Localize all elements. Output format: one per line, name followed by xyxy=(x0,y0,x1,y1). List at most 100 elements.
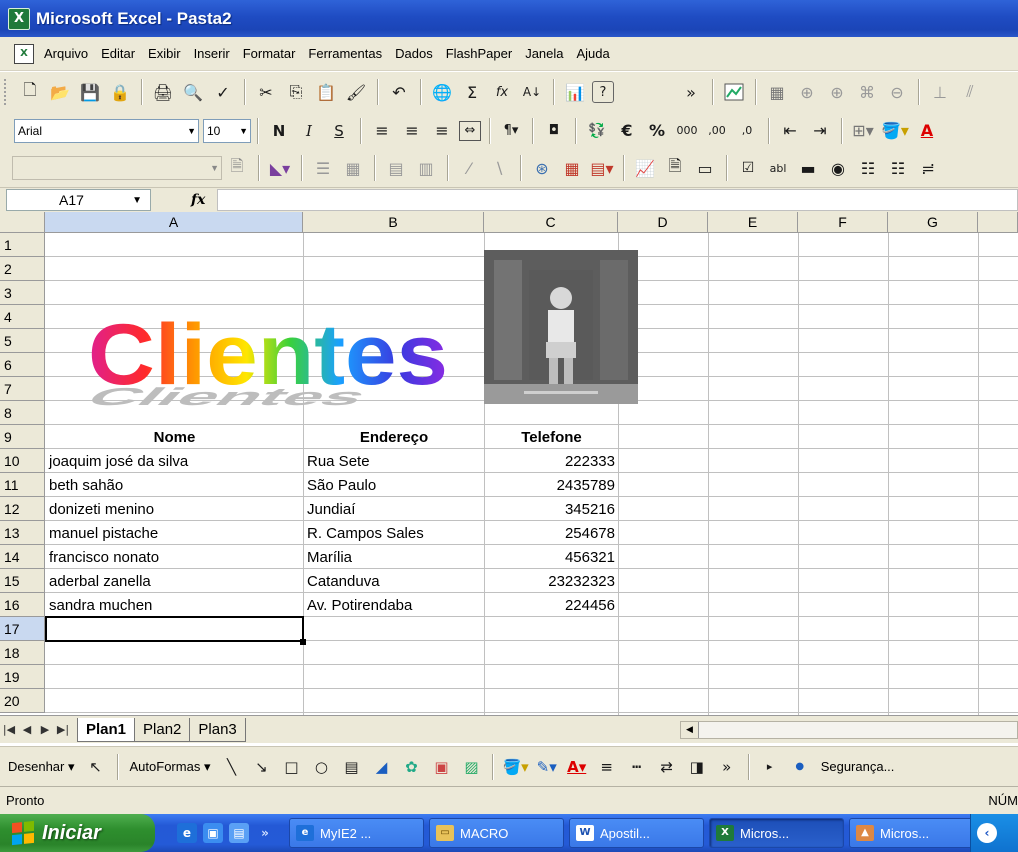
chevron-down-icon[interactable]: ▼ xyxy=(132,195,142,206)
format-painter-icon[interactable]: 🖌 xyxy=(343,78,369,106)
chevron-down-icon[interactable]: ▼ xyxy=(210,163,219,173)
cell-nome[interactable]: manuel pistache xyxy=(46,521,303,545)
toolbar-grip[interactable] xyxy=(4,79,10,105)
hyperlink-icon[interactable]: 🌐 xyxy=(429,78,455,106)
tray-expand-icon[interactable]: ‹ xyxy=(977,823,997,843)
decrease-indent-icon[interactable]: ⇤ xyxy=(777,117,803,145)
decrease-decimal-button[interactable]: ,0 xyxy=(734,117,760,145)
taskbar-macro[interactable]: ▭ MACRO xyxy=(429,818,564,848)
toggle-button-icon[interactable]: ≓ xyxy=(915,154,941,182)
currency-style-icon[interactable]: 💱 xyxy=(584,117,610,145)
row-header[interactable]: 11 xyxy=(0,473,45,497)
fill-color-icon[interactable]: 🪣▾ xyxy=(501,753,529,781)
insert-function-icon[interactable]: fx xyxy=(191,192,205,208)
autoshapes-menu-button[interactable]: AutoFormas ▾ xyxy=(130,759,211,775)
cell-endereco[interactable]: Catanduva xyxy=(304,569,484,593)
chevron-down-icon[interactable]: ▼ xyxy=(187,126,196,136)
menu-arquivo[interactable]: Arquivo xyxy=(44,46,88,61)
print-preview-icon[interactable]: 🔍 xyxy=(180,78,206,106)
menu-exibir[interactable]: Exibir xyxy=(148,46,181,61)
font-color-icon[interactable]: A▾ xyxy=(564,753,590,781)
row-header[interactable]: 4 xyxy=(0,305,45,329)
spelling-icon[interactable]: ✓ xyxy=(210,78,236,106)
row-header[interactable]: 19 xyxy=(0,665,45,689)
select-all-button[interactable] xyxy=(0,212,45,233)
align-center-icon[interactable]: ≡ xyxy=(399,117,425,145)
row-header[interactable]: 20 xyxy=(0,689,45,713)
clip-art-icon[interactable]: ▣ xyxy=(428,753,454,781)
cell-telefone[interactable]: 456321 xyxy=(485,545,618,569)
cell-endereco[interactable]: Rua Sete xyxy=(304,449,484,473)
cell-nome[interactable]: donizeti menino xyxy=(46,497,303,521)
line-icon[interactable]: ╲ xyxy=(218,753,244,781)
design-mode-icon[interactable]: ⊛ xyxy=(529,154,555,182)
menu-flashpaper[interactable]: FlashPaper xyxy=(446,46,512,61)
sheet-tab-plan1[interactable]: Plan1 xyxy=(77,717,136,742)
align-left-icon[interactable]: ≡ xyxy=(369,117,395,145)
chart-type-icon[interactable]: ◣▾ xyxy=(267,154,293,182)
worksheet-grid[interactable]: A B C D E F G 1 2 3 4 5 6 7 8 9 10 11 12… xyxy=(0,212,1018,715)
checkbox-control-icon[interactable]: ☑ xyxy=(735,154,761,182)
data-table-icon[interactable]: ▦ xyxy=(340,154,366,182)
taskbar-micros-2[interactable]: ▲ Micros... xyxy=(849,818,984,848)
help-icon[interactable]: ? xyxy=(592,81,614,103)
cell-nome[interactable]: francisco nonato xyxy=(46,545,303,569)
menu-ajuda[interactable]: Ajuda xyxy=(577,46,610,61)
toolbar-expand-icon[interactable]: ▸ xyxy=(757,753,783,781)
angle-text-up-icon[interactable]: ∖ xyxy=(486,154,512,182)
insert-form-icon[interactable]: ▤▾ xyxy=(589,154,615,182)
font-name-select[interactable]: Arial ▼ xyxy=(14,118,199,143)
pin-icon[interactable]: ⊥ xyxy=(927,78,953,106)
row-header[interactable]: 6 xyxy=(0,353,45,377)
menu-dados[interactable]: Dados xyxy=(395,46,433,61)
print-icon[interactable]: 🖨 xyxy=(150,78,176,106)
combo-box-icon[interactable]: ☷ xyxy=(885,154,911,182)
cell-telefone[interactable]: 254678 xyxy=(485,521,618,545)
insert-row-icon[interactable]: ⊕ xyxy=(794,78,820,106)
line-style-icon[interactable]: ≡ xyxy=(594,753,620,781)
increase-decimal-button[interactable]: ,00 xyxy=(704,117,730,145)
chart-wizard-icon[interactable]: 📊 xyxy=(562,78,588,106)
cell-endereco[interactable]: São Paulo xyxy=(304,473,484,497)
last-sheet-icon[interactable]: ▶| xyxy=(54,723,72,736)
save-icon[interactable]: 💾 xyxy=(77,78,103,106)
chart-object-icon[interactable]: 📈 xyxy=(632,154,658,182)
view-code-icon[interactable]: ▭ xyxy=(692,154,718,182)
taskbar-apostila[interactable]: W Apostil... xyxy=(569,818,704,848)
header-nome[interactable]: Nome xyxy=(46,425,303,449)
paste-icon[interactable]: 📋 xyxy=(313,78,339,106)
comma-style-button[interactable]: 000 xyxy=(674,117,700,145)
row-header[interactable]: 16 xyxy=(0,593,45,617)
prev-sheet-icon[interactable]: ◀ xyxy=(18,723,36,736)
style-select[interactable]: ▼ xyxy=(12,156,222,180)
column-header-f[interactable]: F xyxy=(798,212,888,233)
legend-icon[interactable]: ☰ xyxy=(310,154,336,182)
row-header[interactable]: 14 xyxy=(0,545,45,569)
row-header[interactable]: 17 xyxy=(0,617,45,641)
sheet-tab-plan3[interactable]: Plan3 xyxy=(189,717,246,742)
command-button-icon[interactable]: ▬ xyxy=(795,154,821,182)
sort-ascending-icon[interactable]: A↓ xyxy=(519,78,545,106)
column-header-e[interactable]: E xyxy=(708,212,798,233)
toolbar-overflow-icon[interactable]: » xyxy=(714,753,740,781)
list-box-icon[interactable]: ☷ xyxy=(855,154,881,182)
page-setup-icon[interactable]: ◘ xyxy=(541,117,567,145)
row-header[interactable]: 18 xyxy=(0,641,45,665)
bold-button[interactable]: N xyxy=(266,117,292,145)
show-desktop-icon[interactable]: ▤ xyxy=(229,823,249,843)
insert-table-icon[interactable]: ▦ xyxy=(559,154,585,182)
dash-style-icon[interactable]: ┅ xyxy=(624,753,650,781)
quick-launch-overflow-icon[interactable]: » xyxy=(255,823,275,843)
row-header[interactable]: 5 xyxy=(0,329,45,353)
horizontal-scrollbar[interactable]: ◀ xyxy=(680,721,1018,739)
permission-icon[interactable]: 🔒 xyxy=(107,78,133,106)
menu-editar[interactable]: Editar xyxy=(101,46,135,61)
toolbar-overflow-icon[interactable]: » xyxy=(678,78,704,106)
cell-telefone[interactable]: 2435789 xyxy=(485,473,618,497)
textbox-control-icon[interactable]: abl xyxy=(765,154,791,182)
cell-endereco[interactable]: Jundiaí xyxy=(304,497,484,521)
align-right-icon[interactable]: ≡ xyxy=(429,117,455,145)
cell-telefone[interactable]: 23232323 xyxy=(485,569,618,593)
cell-nome[interactable]: joaquim josé da silva xyxy=(46,449,303,473)
menu-janela[interactable]: Janela xyxy=(525,46,563,61)
